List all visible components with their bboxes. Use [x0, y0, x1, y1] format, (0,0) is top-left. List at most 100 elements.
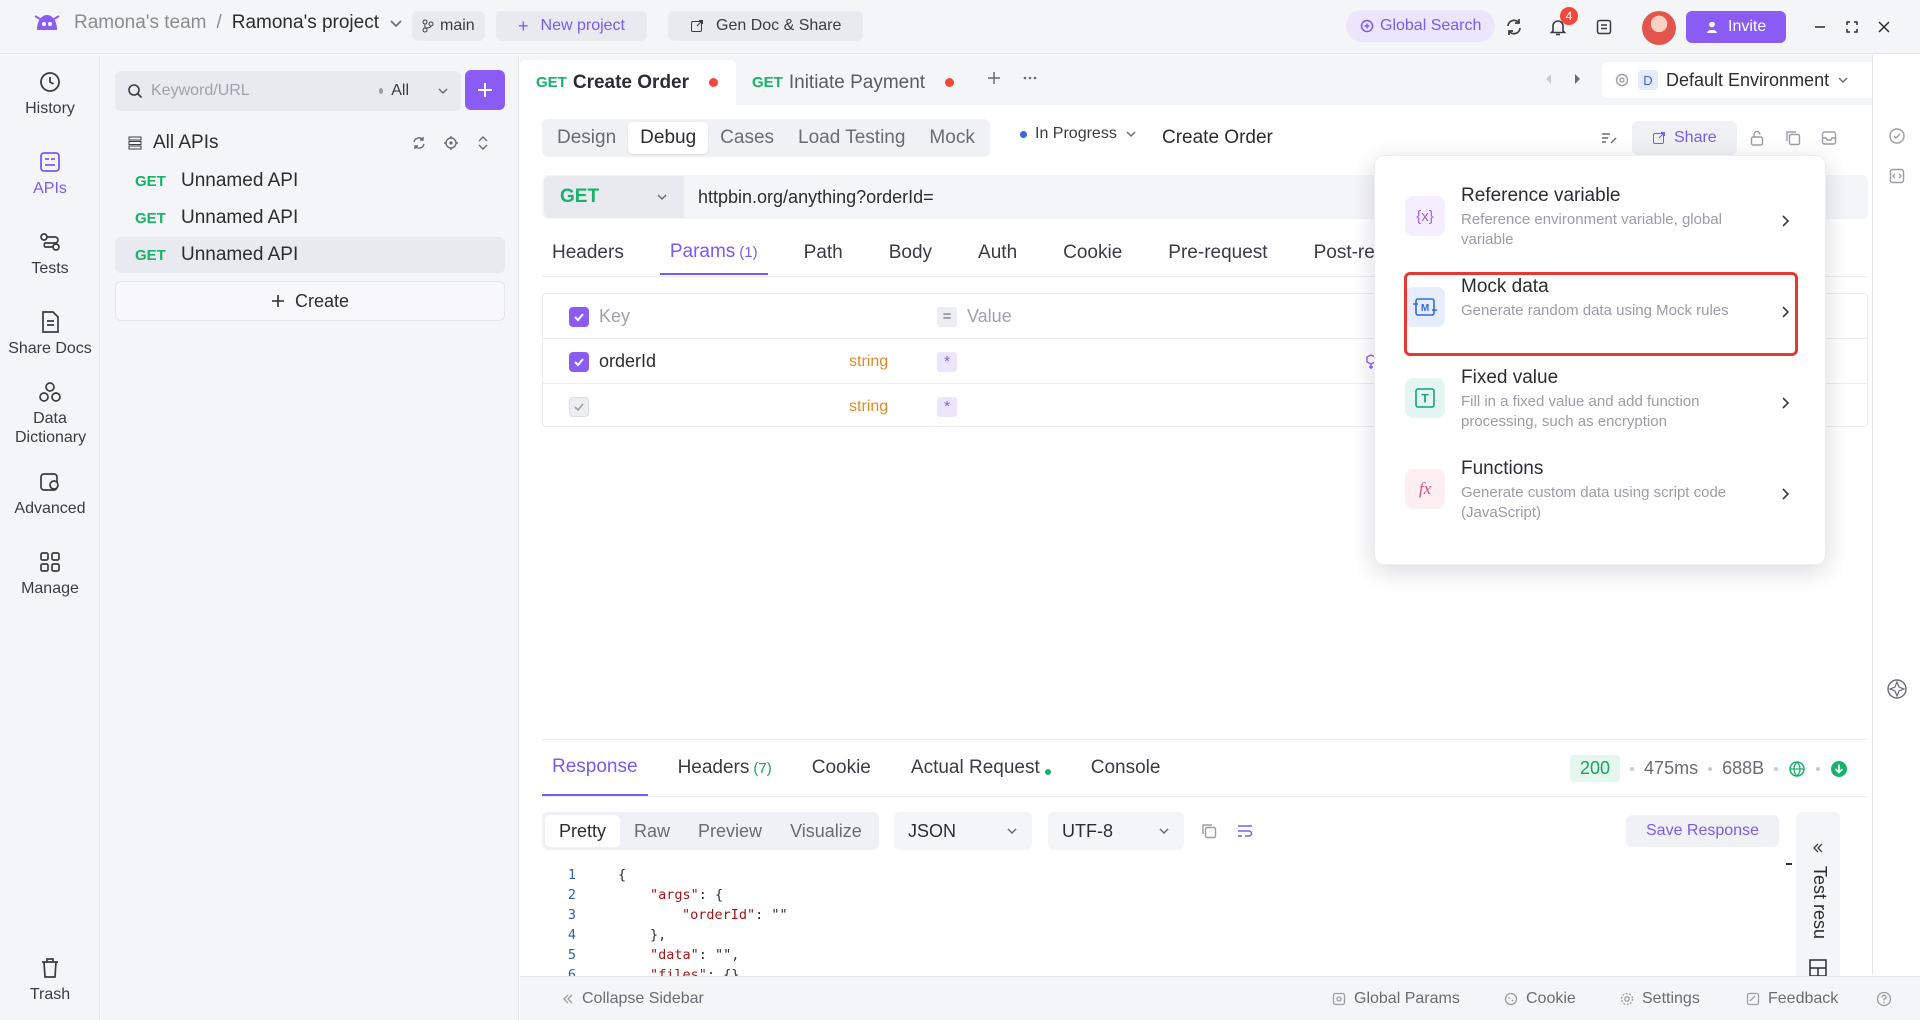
tab-headers[interactable]: Headers	[542, 231, 634, 275]
tab-params[interactable]: Params (1)	[659, 231, 768, 275]
required-chip[interactable]: *	[937, 396, 957, 417]
ai-assistant-icon[interactable]	[1885, 677, 1909, 701]
url-input[interactable]: httpbin.org/anything?orderId=	[698, 187, 934, 208]
edit-format-icon[interactable]	[1600, 129, 1618, 147]
param-type[interactable]: string	[849, 384, 888, 429]
minimize-icon[interactable]	[1808, 15, 1832, 39]
close-icon[interactable]	[1872, 15, 1896, 39]
tab-console[interactable]: Console	[1081, 740, 1171, 796]
environment-selector[interactable]: D Default Environment	[1602, 62, 1898, 98]
environment-settings-icon[interactable]	[1614, 72, 1630, 88]
lock-icon[interactable]	[1748, 129, 1766, 147]
tab-mock[interactable]: Mock	[917, 122, 986, 154]
row-checkbox[interactable]	[569, 352, 589, 372]
api-title-input[interactable]: Create Order	[1162, 119, 1362, 157]
share-button[interactable]: Share	[1632, 121, 1737, 155]
search-input[interactable]	[151, 82, 351, 100]
format-select[interactable]: JSON	[894, 812, 1032, 850]
rail-item-share-docs[interactable]: Share Docs	[0, 309, 100, 358]
feedback-button[interactable]: Feedback	[1746, 977, 1838, 1020]
more-tabs-icon[interactable]	[1022, 70, 1038, 86]
maximize-icon[interactable]	[1840, 15, 1864, 39]
heart-check-icon[interactable]	[1888, 127, 1906, 145]
archive-icon[interactable]	[1820, 129, 1838, 147]
tab-visualize[interactable]: Visualize	[776, 815, 876, 847]
global-params-button[interactable]: Global Params	[1332, 977, 1460, 1020]
api-list-item-selected[interactable]: GET Unnamed API	[115, 237, 505, 273]
settings-button[interactable]: Settings	[1620, 977, 1700, 1020]
global-search-button[interactable]: Global Search	[1346, 10, 1496, 42]
code-icon[interactable]	[1888, 167, 1906, 185]
gen-doc-share-button[interactable]: Gen Doc & Share	[668, 11, 864, 41]
row-checkbox[interactable]	[569, 397, 589, 417]
select-all-checkbox[interactable]	[569, 307, 589, 327]
tab-raw[interactable]: Raw	[620, 815, 684, 847]
tab-initiate-payment[interactable]: GET Initiate Payment	[736, 60, 970, 105]
param-key[interactable]: orderId	[599, 339, 656, 384]
tab-load-testing[interactable]: Load Testing	[786, 122, 917, 154]
tab-response-cookie[interactable]: Cookie	[802, 740, 881, 796]
layout-icon[interactable]	[1808, 958, 1828, 978]
user-avatar[interactable]	[1642, 11, 1676, 45]
test-results-panel[interactable]: Test resu	[1796, 812, 1840, 992]
copy-icon[interactable]	[1784, 129, 1802, 147]
double-chevron-left-icon[interactable]	[1812, 842, 1824, 854]
add-api-button[interactable]	[465, 70, 505, 110]
cookie-button[interactable]: Cookie	[1504, 977, 1576, 1020]
rail-item-data-dictionary[interactable]: Data Dictionary	[0, 379, 100, 447]
invite-button[interactable]: Invite	[1686, 11, 1787, 43]
copy-icon[interactable]	[1200, 822, 1218, 840]
rail-item-history[interactable]: History	[0, 69, 100, 118]
new-tab-plus-icon[interactable]	[986, 70, 1002, 86]
rail-item-tests[interactable]: Tests	[0, 229, 100, 278]
filter-select[interactable]: All	[391, 82, 409, 100]
tab-pre-request[interactable]: Pre-request	[1158, 231, 1277, 275]
tab-path[interactable]: Path	[794, 231, 853, 275]
tab-design[interactable]: Design	[545, 122, 628, 154]
method-select[interactable]: GET	[544, 176, 684, 218]
create-button[interactable]: Create	[115, 281, 505, 321]
team-name[interactable]: Ramona's team	[74, 12, 206, 34]
status-selector[interactable]: In Progress	[1020, 125, 1137, 143]
help-icon[interactable]	[1876, 977, 1892, 1020]
tab-body[interactable]: Body	[879, 231, 942, 275]
rail-item-trash[interactable]: Trash	[0, 955, 100, 1004]
globe-icon[interactable]	[1788, 760, 1806, 778]
locate-icon[interactable]	[443, 135, 459, 151]
api-list-item[interactable]: GET Unnamed API	[115, 200, 505, 236]
tab-debug[interactable]: Debug	[628, 122, 709, 154]
branch-selector[interactable]: main	[412, 11, 485, 41]
tab-actual-request[interactable]: Actual Request	[901, 740, 1061, 796]
encoding-select[interactable]: UTF-8	[1048, 812, 1184, 850]
sync-icon[interactable]	[1502, 15, 1526, 39]
tab-preview[interactable]: Preview	[684, 815, 776, 847]
new-project-button[interactable]: + New project	[496, 11, 647, 41]
expand-collapse-icon[interactable]	[475, 135, 491, 151]
tab-pretty[interactable]: Pretty	[545, 815, 621, 847]
tab-create-order[interactable]: GET Create Order	[520, 60, 736, 105]
rail-item-apis[interactable]: APIs	[0, 149, 100, 198]
tab-cases[interactable]: Cases	[708, 122, 786, 154]
required-chip[interactable]: *	[937, 351, 957, 372]
chevron-down-icon[interactable]	[437, 85, 449, 97]
menu-item-functions[interactable]: fx Functions Generate custom data using …	[1405, 457, 1795, 537]
api-list-item[interactable]: GET Unnamed API	[115, 163, 505, 199]
tab-auth[interactable]: Auth	[968, 231, 1027, 275]
rail-item-advanced[interactable]: Advanced	[0, 469, 100, 518]
all-apis-header[interactable]: All APIs	[127, 128, 507, 158]
chevron-down-icon[interactable]	[389, 16, 403, 30]
download-icon[interactable]	[1830, 760, 1848, 778]
tab-response-headers[interactable]: Headers (7)	[668, 740, 782, 796]
scroll-left-icon[interactable]	[1544, 73, 1554, 85]
param-type[interactable]: string	[849, 339, 888, 384]
tab-response[interactable]: Response	[542, 740, 648, 796]
tasks-icon[interactable]	[1592, 15, 1616, 39]
refresh-icon[interactable]	[411, 135, 427, 151]
scroll-right-icon[interactable]	[1572, 73, 1582, 85]
wrap-lines-icon[interactable]	[1236, 822, 1254, 840]
menu-item-reference-variable[interactable]: {x} Reference variable Reference environ…	[1405, 184, 1795, 264]
tab-cookie[interactable]: Cookie	[1053, 231, 1132, 275]
menu-item-fixed-value[interactable]: T Fixed value Fill in a fixed value and …	[1405, 366, 1795, 446]
collapse-sidebar-button[interactable]: Collapse Sidebar	[562, 977, 704, 1020]
rail-item-manage[interactable]: Manage	[0, 549, 100, 598]
